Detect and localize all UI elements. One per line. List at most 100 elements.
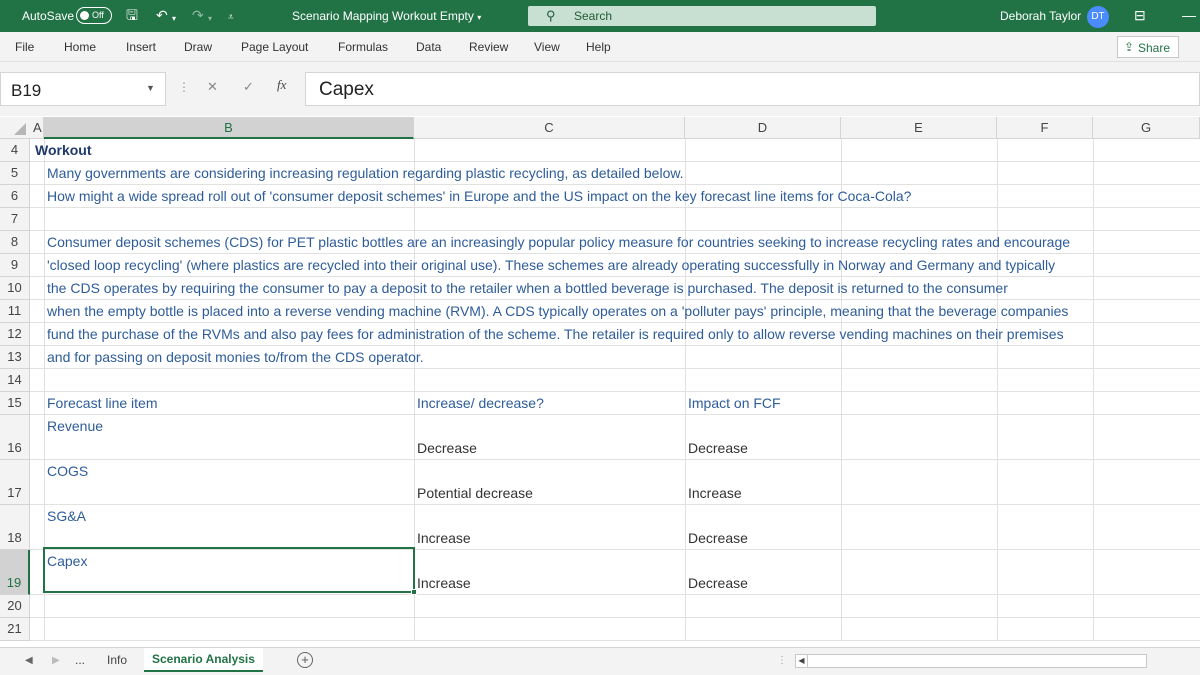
tab-insert[interactable]: Insert [126, 40, 156, 54]
redo-icon[interactable]: ↷ [192, 7, 204, 23]
share-button[interactable]: ⇪ Share [1117, 36, 1179, 58]
enter-check-icon[interactable]: ✓ [243, 79, 254, 95]
column-header-e[interactable]: E [841, 117, 997, 139]
row-header[interactable]: 12 [0, 323, 30, 346]
redo-dropdown-icon[interactable]: ▾ [208, 11, 212, 27]
cell-b6[interactable]: How might a wide spread roll out of 'con… [47, 188, 911, 204]
tab-file[interactable]: File [15, 40, 34, 54]
scroll-tabs-right-icon[interactable]: ▶ [52, 655, 60, 666]
cell-c17[interactable]: Potential decrease [417, 485, 533, 501]
cell-c16[interactable]: Decrease [417, 440, 477, 456]
user-name[interactable]: Deborah Taylor [1000, 9, 1081, 23]
gridline [841, 595, 842, 618]
cell-b16[interactable]: Revenue [47, 418, 103, 434]
row-header[interactable]: 14 [0, 369, 30, 392]
horizontal-scrollbar[interactable]: ◀ [795, 654, 1147, 668]
cell-d19[interactable]: Decrease [688, 575, 748, 591]
row-header[interactable]: 5 [0, 162, 30, 185]
column-header-f[interactable]: F [997, 117, 1093, 139]
cell-d15[interactable]: Impact on FCF [688, 395, 781, 411]
cell-c15[interactable]: Increase/ decrease? [417, 395, 544, 411]
row-header[interactable]: 8 [0, 231, 30, 254]
row-header[interactable]: 13 [0, 346, 30, 369]
tab-view[interactable]: View [534, 40, 560, 54]
cell-b12[interactable]: fund the purchase of the RVMs and also p… [47, 326, 1064, 342]
add-sheet-icon[interactable]: + [297, 652, 313, 668]
row-header[interactable]: 10 [0, 277, 30, 300]
row-header[interactable]: 19 [0, 550, 30, 595]
cell-b11[interactable]: when the empty bottle is placed into a r… [47, 303, 1068, 319]
column-header-a[interactable]: A [30, 117, 44, 139]
avatar[interactable]: DT [1087, 6, 1109, 28]
column-header-b[interactable]: B [44, 117, 414, 139]
tab-page-layout[interactable]: Page Layout [241, 40, 308, 54]
formula-bar-splitter-icon[interactable]: ⋮ [178, 80, 190, 94]
tab-help[interactable]: Help [586, 40, 611, 54]
cell-b15[interactable]: Forecast line item [47, 395, 157, 411]
row-header[interactable]: 16 [0, 415, 30, 460]
sheet-tabs-bar: ◀ ▶ ... Info Scenario Analysis + ⋮ ◀ [0, 647, 1200, 675]
column-header-d[interactable]: D [685, 117, 841, 139]
search-box[interactable]: ⚲ Search [528, 6, 876, 26]
cell-b8[interactable]: Consumer deposit schemes (CDS) for PET p… [47, 234, 1070, 250]
row-header[interactable]: 4 [0, 139, 30, 162]
tab-review[interactable]: Review [469, 40, 508, 54]
cell-d16[interactable]: Decrease [688, 440, 748, 456]
cell-d18[interactable]: Decrease [688, 530, 748, 546]
fill-handle[interactable] [411, 589, 417, 595]
row-header[interactable]: 9 [0, 254, 30, 277]
formula-input[interactable]: Capex [305, 72, 1200, 106]
table-row: 8 Consumer deposit schemes (CDS) for PET … [0, 231, 1200, 254]
row-header[interactable]: 17 [0, 460, 30, 505]
cell-c19[interactable]: Increase [417, 575, 471, 591]
minimize-icon[interactable]: — [1182, 7, 1196, 23]
column-header-g[interactable]: G [1093, 117, 1200, 139]
document-title[interactable]: Scenario Mapping Workout Empty ▾ [292, 9, 481, 23]
gridline [1093, 346, 1094, 369]
name-box[interactable]: B19 ▼ [0, 72, 166, 106]
row-number: 16 [7, 440, 22, 455]
cancel-icon[interactable]: ✕ [207, 79, 218, 95]
row-header[interactable]: 11 [0, 300, 30, 323]
cell-b17[interactable]: COGS [47, 463, 88, 479]
save-icon[interactable]: 🖫 [126, 7, 138, 23]
undo-icon[interactable]: ↶ [156, 7, 168, 23]
cell-b10[interactable]: the CDS operates by requiring the consum… [47, 280, 1008, 296]
autosave-toggle[interactable]: Off [76, 7, 112, 24]
sheet-tab-info[interactable]: Info [107, 653, 127, 667]
row-header[interactable]: 15 [0, 392, 30, 415]
row-header[interactable]: 18 [0, 505, 30, 550]
scroll-left-icon[interactable]: ◀ [796, 655, 808, 667]
ribbon-display-options-icon[interactable]: ⊟ [1134, 7, 1146, 24]
scroll-tabs-left-icon[interactable]: ◀ [25, 655, 33, 666]
tab-home[interactable]: Home [64, 40, 96, 54]
tab-draw[interactable]: Draw [184, 40, 212, 54]
row-header[interactable]: 7 [0, 208, 30, 231]
tab-formulas[interactable]: Formulas [338, 40, 388, 54]
ribbon-tabs: File Home Insert Draw Page Layout Formul… [0, 32, 1200, 62]
cell-b5[interactable]: Many governments are considering increas… [47, 165, 684, 181]
cell-d17[interactable]: Increase [688, 485, 742, 501]
gridline [1093, 185, 1094, 208]
sheet-tab-scenario-analysis[interactable]: Scenario Analysis [144, 648, 263, 672]
select-all-button[interactable] [0, 117, 30, 139]
tab-data[interactable]: Data [416, 40, 441, 54]
cell-b18[interactable]: SG&A [47, 508, 86, 524]
customize-toolbar-icon[interactable]: ⩡ [228, 10, 234, 26]
gridline [841, 415, 842, 460]
undo-dropdown-icon[interactable]: ▾ [172, 11, 176, 27]
row-header[interactable]: 21 [0, 618, 30, 641]
cell-a4[interactable]: Workout [35, 142, 92, 158]
row-number: 4 [10, 142, 19, 157]
column-header-c[interactable]: C [414, 117, 685, 139]
sheet-overflow[interactable]: ... [75, 653, 85, 667]
cell-b13[interactable]: and for passing on deposit monies to/fro… [47, 349, 424, 365]
tab-splitter-icon[interactable]: ⋮ [777, 655, 787, 666]
cell-c18[interactable]: Increase [417, 530, 471, 546]
row-header[interactable]: 6 [0, 185, 30, 208]
cell-b9[interactable]: 'closed loop recycling' (where plastics … [47, 257, 1055, 273]
insert-function-icon[interactable]: fx [277, 77, 286, 93]
chevron-down-icon[interactable]: ▼ [146, 83, 155, 93]
gridline [44, 505, 45, 550]
row-header[interactable]: 20 [0, 595, 30, 618]
